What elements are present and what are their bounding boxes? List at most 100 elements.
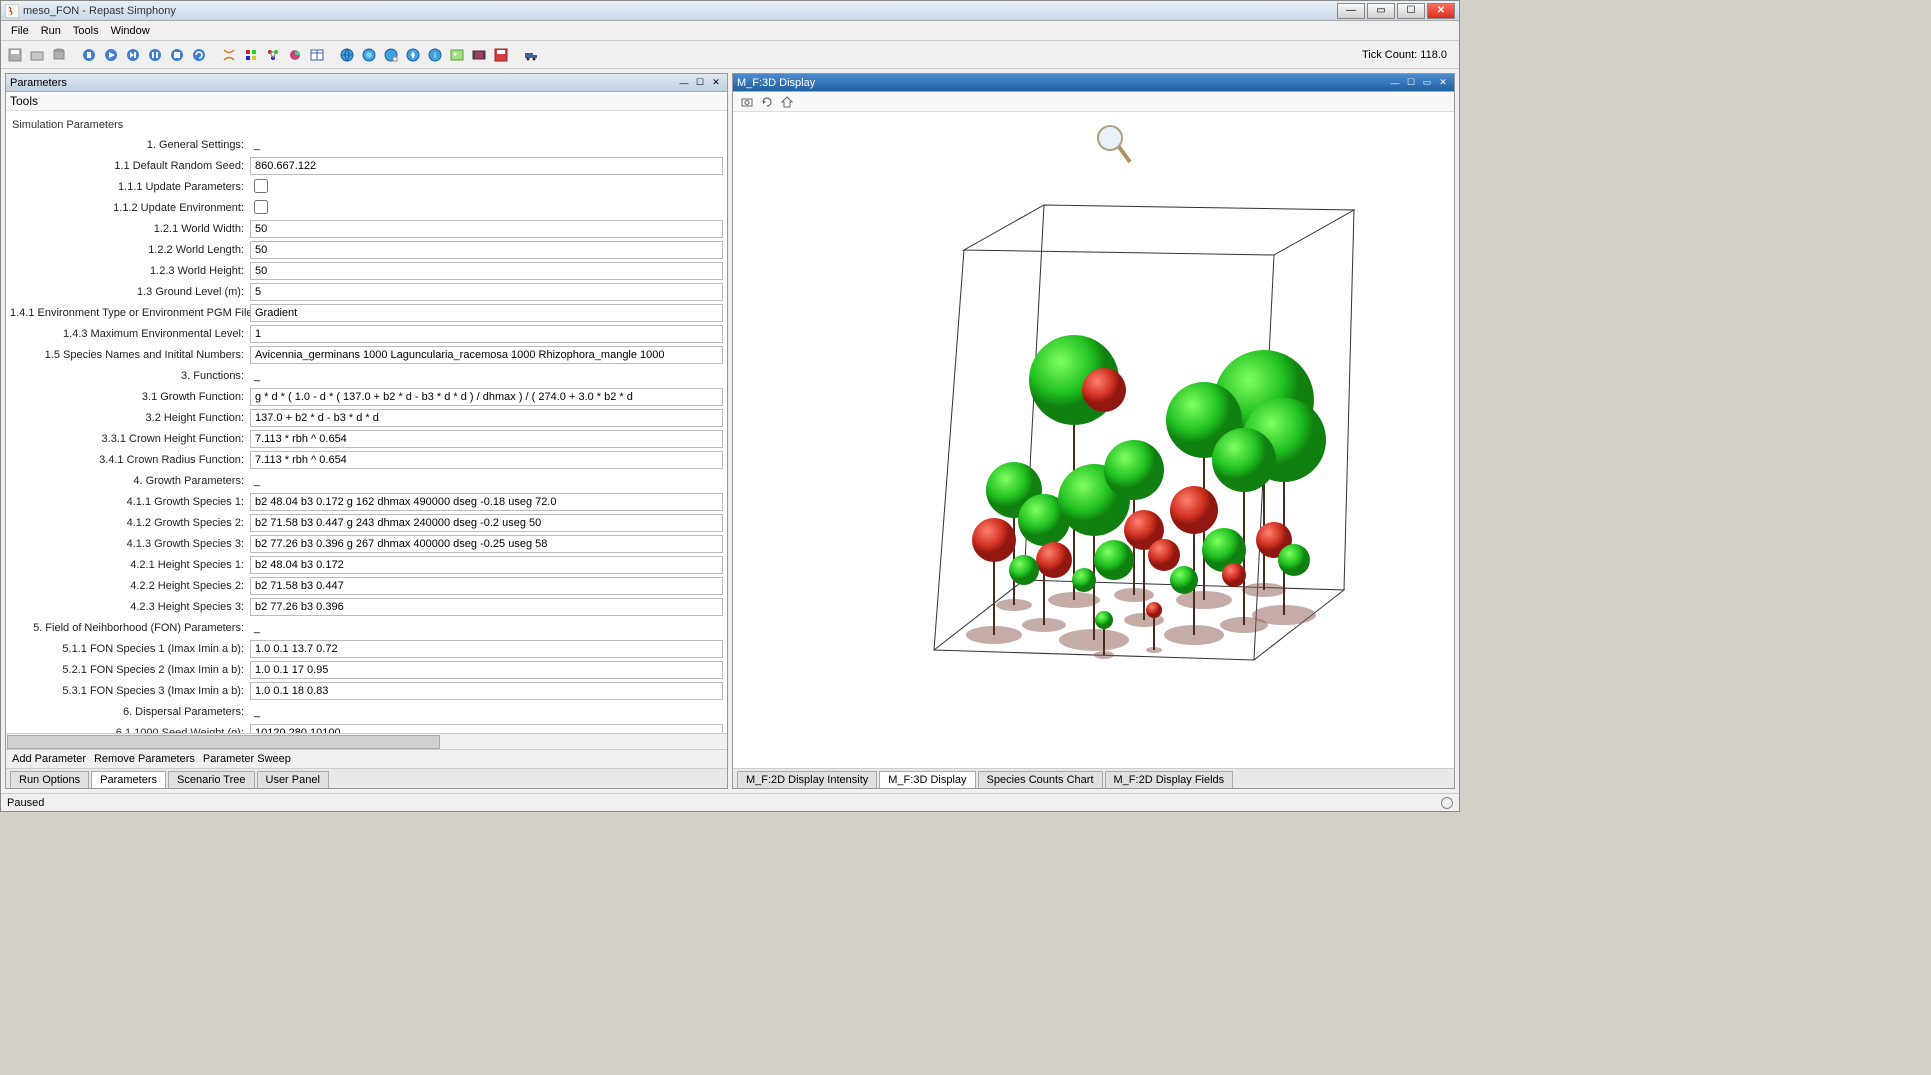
display-3d-view[interactable] [733,112,1454,768]
globe-icon-5[interactable]: i [425,45,445,65]
tools-label: Tools [6,92,727,111]
param-row: 3.4.1 Crown Radius Function: [10,450,723,470]
param-label: 1.4.1 Environment Type or Environment PG… [10,307,250,319]
param-input[interactable] [250,661,723,679]
param-input[interactable] [250,220,723,238]
menu-window[interactable]: Window [105,23,156,39]
pause-icon[interactable] [145,45,165,65]
init-icon[interactable] [79,45,99,65]
step-icon[interactable] [123,45,143,65]
param-row: 3.3.1 Crown Height Function: [10,429,723,449]
horizontal-scrollbar[interactable] [6,733,727,749]
maximize-button[interactable]: ☐ [1397,3,1425,19]
param-input[interactable] [250,493,723,511]
param-input[interactable] [250,304,723,322]
param-label: 1.2.2 World Length: [10,244,250,256]
camera-icon[interactable] [737,92,757,112]
param-input[interactable] [250,346,723,364]
globe-icon-1[interactable] [337,45,357,65]
tool-icon-1[interactable] [219,45,239,65]
param-input[interactable] [250,514,723,532]
param-row: 4.1.3 Growth Species 3: [10,534,723,554]
param-checkbox[interactable] [254,179,268,193]
param-input[interactable] [250,598,723,616]
minimize-button[interactable]: — [1337,3,1365,19]
refresh-icon[interactable] [757,92,777,112]
table-icon[interactable] [307,45,327,65]
reset-icon[interactable] [189,45,209,65]
param-label: 5. Field of Neihborhood (FON) Parameters… [10,622,250,634]
globe-icon-4[interactable] [403,45,423,65]
param-input[interactable] [250,640,723,658]
magnify-icon [1094,122,1134,166]
param-input[interactable] [250,451,723,469]
image-icon[interactable] [447,45,467,65]
param-input[interactable] [250,241,723,259]
panel-close-icon[interactable]: ✕ [709,76,723,90]
panel-restore-icon[interactable]: ▭ [1420,76,1434,90]
tool-icon-3[interactable] [263,45,283,65]
menu-run[interactable]: Run [35,23,67,39]
tab-run-options[interactable]: Run Options [10,771,89,788]
tab-3d-display[interactable]: M_F:3D Display [879,771,975,788]
param-input[interactable] [250,724,723,733]
param-label: 4.1.1 Growth Species 1: [10,496,250,508]
open-icon[interactable] [27,45,47,65]
menu-tools[interactable]: Tools [67,23,105,39]
stop-icon[interactable] [167,45,187,65]
param-row: 3.2 Height Function: [10,408,723,428]
save-icon[interactable] [5,45,25,65]
panel-close-icon[interactable]: ✕ [1436,76,1450,90]
globe-icon-2[interactable] [359,45,379,65]
param-input[interactable] [250,556,723,574]
menu-file[interactable]: File [5,23,35,39]
truck-icon[interactable] [521,45,541,65]
display-panel: M_F:3D Display — ☐ ▭ ✕ [732,73,1455,789]
tab-2d-fields[interactable]: M_F:2D Display Fields [1105,771,1234,788]
panel-maximize-icon[interactable]: ☐ [1404,76,1418,90]
param-label: 1. General Settings: [10,139,250,151]
parameters-scroll[interactable]: Simulation Parameters 1. General Setting… [6,111,727,733]
chart-icon[interactable] [285,45,305,65]
add-parameter-link[interactable]: Add Parameter [12,753,86,765]
disk-icon[interactable] [491,45,511,65]
tab-scenario-tree[interactable]: Scenario Tree [168,771,254,788]
tab-parameters[interactable]: Parameters [91,771,166,788]
param-row: 3. Functions:_ [10,366,723,386]
video-icon[interactable] [469,45,489,65]
close-button[interactable]: ✕ [1427,3,1455,19]
param-input[interactable] [250,283,723,301]
tab-species-counts[interactable]: Species Counts Chart [978,771,1103,788]
param-input[interactable] [250,430,723,448]
panel-actions: Add Parameter Remove Parameters Paramete… [6,749,727,768]
play-icon[interactable] [101,45,121,65]
left-tabs: Run Options Parameters Scenario Tree Use… [6,768,727,788]
home-icon[interactable] [777,92,797,112]
param-input[interactable] [250,388,723,406]
param-checkbox[interactable] [254,200,268,214]
param-input[interactable] [250,409,723,427]
param-input[interactable] [250,577,723,595]
param-input[interactable] [250,157,723,175]
param-row: 5.3.1 FON Species 3 (Imax Imin a b): [10,681,723,701]
globe-icon-3[interactable] [381,45,401,65]
svg-text:i: i [434,51,436,60]
parameter-sweep-link[interactable]: Parameter Sweep [203,753,291,765]
param-label: 4. Growth Parameters: [10,475,250,487]
panel-maximize-icon[interactable]: ☐ [693,76,707,90]
param-row: 1.1.2 Update Environment: [10,198,723,218]
remove-parameters-link[interactable]: Remove Parameters [94,753,195,765]
panel-minimize-icon[interactable]: — [1388,76,1402,90]
param-static: _ [250,475,723,487]
param-input[interactable] [250,682,723,700]
param-input[interactable] [250,325,723,343]
tool-icon-2[interactable] [241,45,261,65]
param-input[interactable] [250,262,723,280]
restore-button[interactable]: ▭ [1367,3,1395,19]
tab-2d-intensity[interactable]: M_F:2D Display Intensity [737,771,877,788]
panel-minimize-icon[interactable]: — [677,76,691,90]
tab-user-panel[interactable]: User Panel [257,771,329,788]
parameters-panel: Parameters — ☐ ✕ Tools Simulation Parame… [5,73,728,789]
param-input[interactable] [250,535,723,553]
database-icon[interactable] [49,45,69,65]
